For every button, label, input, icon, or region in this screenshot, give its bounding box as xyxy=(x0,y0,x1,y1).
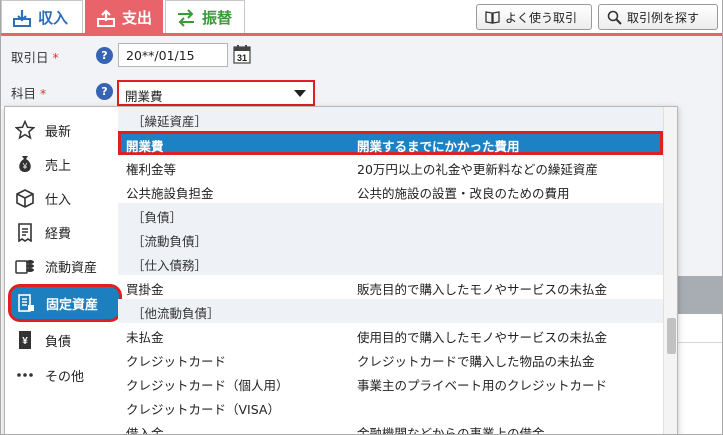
search-icon xyxy=(607,10,622,25)
category-label: 売上 xyxy=(45,158,72,174)
yen-book-icon: ¥ xyxy=(15,330,35,350)
option-row[interactable]: 借入金 金融機関などからの事業上の借金 xyxy=(118,419,663,435)
option-group-header: ［繰延資産］ xyxy=(118,107,663,131)
option-description: 使用目的で購入したモノやサービスの未払金 xyxy=(357,330,608,345)
option-name: 借入金 xyxy=(126,426,164,435)
option-row[interactable]: クレジットカード（VISA） xyxy=(118,395,663,419)
tab-transfer-label: 振替 xyxy=(202,9,233,27)
category-item[interactable]: 経費 xyxy=(9,215,121,249)
option-description: 開業するまでにかかった費用 xyxy=(357,139,520,154)
subject-label: 科目 * xyxy=(11,83,46,102)
upload-tray-icon xyxy=(97,8,115,27)
find-examples-button[interactable]: 取引例を探す xyxy=(598,4,718,30)
option-group-header: ［流動負債］ xyxy=(118,227,663,251)
coins-icon xyxy=(15,256,35,276)
option-name: ［繰延資産］ xyxy=(132,114,208,129)
category-label: その他 xyxy=(45,369,85,385)
date-value: 20**/01/15 xyxy=(126,48,195,63)
category-label: 仕入 xyxy=(45,192,72,208)
option-group-header: ［他流動負債］ xyxy=(118,299,663,323)
star-icon xyxy=(14,119,36,140)
category-item[interactable]: 固定資産 xyxy=(8,284,122,322)
option-row[interactable]: 開業費 開業するまでにかかった費用 xyxy=(118,131,663,155)
building-icon xyxy=(16,293,36,313)
category-label: 最新 xyxy=(45,124,72,140)
frequent-transactions-label: よく使う取引 xyxy=(505,10,578,25)
option-row[interactable]: 権利金等 20万円以上の礼金や更新料などの繰延資産 xyxy=(118,155,663,179)
subject-select[interactable]: 開業費 xyxy=(117,80,315,106)
option-name: ［他流動負債］ xyxy=(132,306,220,321)
tab-income[interactable]: 収入 xyxy=(1,0,83,34)
option-name: 権利金等 xyxy=(126,162,177,177)
frequent-transactions-button[interactable]: よく使う取引 xyxy=(476,4,592,30)
tab-transfer[interactable]: 振替 xyxy=(165,0,245,34)
category-label: 流動資産 xyxy=(45,260,98,276)
option-name: 開業費 xyxy=(126,139,164,154)
option-group-header: ［仕入債務］ xyxy=(118,251,663,275)
swap-arrows-icon xyxy=(178,8,194,27)
money-bag-icon: ¥ xyxy=(15,154,35,174)
calendar-icon[interactable]: 31 xyxy=(233,44,251,64)
option-description: 販売目的で購入したモノやサービスの未払金 xyxy=(357,282,608,297)
option-description: 20万円以上の礼金や更新料などの繰延資産 xyxy=(357,162,598,177)
subject-label-text: 科目 xyxy=(11,86,37,101)
option-group-header: ［負債］ xyxy=(118,203,663,227)
category-item[interactable]: 流動資産 xyxy=(9,249,121,283)
option-name: 買掛金 xyxy=(126,282,164,297)
option-row[interactable]: 買掛金 販売目的で購入したモノやサービスの未払金 xyxy=(118,275,663,299)
date-label: 取引日 * xyxy=(11,47,59,66)
tab-bar: 収入 支出 振替 よく使う取引 取引例を探す xyxy=(1,0,722,36)
download-tray-icon xyxy=(13,9,31,27)
option-description: クレジットカードで購入した物品の未払金 xyxy=(357,354,595,369)
scrollbar-thumb[interactable] xyxy=(667,318,676,354)
option-name: クレジットカード xyxy=(126,354,227,369)
category-label: 固定資産 xyxy=(46,297,99,313)
category-item[interactable]: ¥ 負債 xyxy=(9,323,121,357)
tab-expense[interactable]: 支出 xyxy=(85,0,163,34)
calendar-day-text: 31 xyxy=(237,53,247,63)
date-input[interactable]: 20**/01/15 xyxy=(118,43,228,67)
option-row[interactable]: 公共施設負担金 公共的施設の設置・改良のための費用 xyxy=(118,179,663,203)
category-label: 経費 xyxy=(45,226,72,242)
find-examples-label: 取引例を探す xyxy=(627,10,700,25)
dots-icon xyxy=(15,365,35,385)
date-label-text: 取引日 xyxy=(11,50,49,65)
option-name: ［負債］ xyxy=(132,210,183,225)
category-item[interactable]: その他 xyxy=(9,358,121,392)
box-icon xyxy=(15,188,35,208)
tab-income-label: 収入 xyxy=(38,9,69,27)
book-icon xyxy=(485,11,500,24)
option-row[interactable]: クレジットカード クレジットカードで購入した物品の未払金 xyxy=(118,347,663,371)
dropdown-scrollbar[interactable] xyxy=(663,107,677,434)
subject-selected-value: 開業費 xyxy=(125,89,163,104)
option-name: クレジットカード（個人用） xyxy=(126,378,289,393)
option-name: クレジットカード（VISA） xyxy=(126,402,280,417)
option-description: 事業主のプライベート用のクレジットカード xyxy=(357,378,608,393)
option-name: 公共施設負担金 xyxy=(126,186,214,201)
category-item[interactable]: 最新 xyxy=(9,113,121,147)
subject-option-list: ［繰延資産］ 開業費 開業するまでにかかった費用権利金等 20万円以上の礼金や更新料な… xyxy=(118,107,663,435)
dropdown-arrow-icon[interactable] xyxy=(291,85,309,101)
date-help-icon[interactable]: ? xyxy=(96,47,113,64)
category-label: 負債 xyxy=(45,334,72,350)
required-mark: * xyxy=(52,50,59,65)
subject-dropdown-panel: 最新 ¥ 売上仕入経費流動資産固定資産 ¥ 負債その他 ［繰延資産］ 開業費 開業するまでに… xyxy=(4,106,678,435)
option-name: 未払金 xyxy=(126,330,164,345)
svg-text:¥: ¥ xyxy=(22,336,28,347)
svg-text:¥: ¥ xyxy=(22,162,28,171)
option-row[interactable]: 未払金 使用目的で購入したモノやサービスの未払金 xyxy=(118,323,663,347)
transaction-entry-window: 収入 支出 振替 よく使う取引 取引例を探す 取引日 * ? 20**/01/1… xyxy=(0,0,723,435)
required-mark: * xyxy=(40,86,47,101)
category-item[interactable]: 仕入 xyxy=(9,181,121,215)
option-name: ［仕入債務］ xyxy=(132,258,208,273)
option-description: 公共的施設の設置・改良のための費用 xyxy=(357,186,570,201)
subject-help-icon[interactable]: ? xyxy=(96,83,113,100)
tab-expense-label: 支出 xyxy=(122,9,153,27)
option-description: 金融機関などからの事業上の借金 xyxy=(357,426,545,435)
option-row[interactable]: クレジットカード（個人用） 事業主のプライベート用のクレジットカード xyxy=(118,371,663,395)
category-item[interactable]: ¥ 売上 xyxy=(9,147,121,181)
category-list: 最新 ¥ 売上仕入経費流動資産固定資産 ¥ 負債その他 xyxy=(5,107,122,434)
receipt-icon xyxy=(15,222,35,243)
option-name: ［流動負債］ xyxy=(132,234,208,249)
